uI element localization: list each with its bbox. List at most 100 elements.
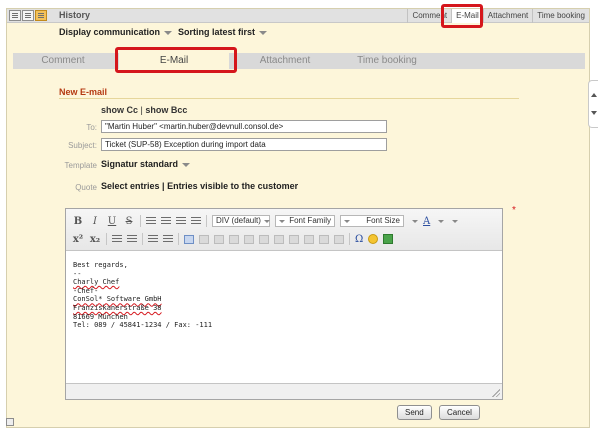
- template-dropdown[interactable]: Signatur standard: [101, 159, 191, 169]
- outdent-icon[interactable]: [148, 234, 158, 244]
- template-value: Signatur standard: [101, 159, 179, 169]
- chevron-down-icon: [591, 111, 597, 115]
- strikethrough-button[interactable]: S: [123, 216, 135, 227]
- template-label: Template: [64, 161, 97, 170]
- tab-attachment[interactable]: Attachment: [235, 53, 335, 69]
- to-label: To:: [86, 123, 97, 132]
- italic-button[interactable]: I: [89, 216, 101, 227]
- align-left-icon[interactable]: [146, 216, 156, 226]
- text-color-button[interactable]: A: [423, 216, 430, 227]
- indent-icon[interactable]: [163, 234, 173, 244]
- toolbar-separator: [142, 233, 143, 245]
- toolbar-separator: [349, 233, 350, 245]
- tab-time-booking[interactable]: Time booking: [335, 53, 439, 69]
- chevron-up-icon: [591, 93, 597, 97]
- insert-row-after-icon[interactable]: [244, 234, 254, 244]
- quote-options: Select entries | Entries visible to the …: [101, 181, 299, 191]
- quote-label: Quote: [75, 183, 97, 192]
- table-icon[interactable]: [184, 234, 194, 244]
- body-line: Best regards,: [73, 261, 128, 269]
- header-tabs: Comment E-Mail Attachment Time booking: [407, 9, 589, 23]
- history-title: History: [59, 10, 91, 20]
- corner-icon: [6, 418, 14, 426]
- table-row-props-icon[interactable]: [199, 234, 209, 244]
- toolbar-separator: [140, 215, 141, 227]
- toolbar-row-2: x² x₂ Ω: [72, 231, 394, 247]
- history-view-icon[interactable]: [35, 10, 47, 21]
- align-justify-icon[interactable]: [191, 216, 201, 226]
- list-view-icon[interactable]: [9, 10, 21, 21]
- align-right-icon[interactable]: [176, 216, 186, 226]
- bullet-list-icon[interactable]: [112, 234, 122, 244]
- media-icon[interactable]: [383, 234, 394, 244]
- merge-cells-icon[interactable]: [334, 234, 344, 244]
- quote-visible-entries-link[interactable]: Entries visible to the customer: [167, 181, 298, 191]
- editor-statusbar: [66, 383, 502, 399]
- show-bcc-link[interactable]: show Bcc: [145, 105, 187, 115]
- body-line: 81669 München: [73, 312, 128, 321]
- delete-col-icon[interactable]: [304, 234, 314, 244]
- cc-bcc-links: show Cc | show Bcc: [101, 105, 188, 115]
- display-communication-label: Display communication: [59, 27, 161, 37]
- tab-bar: Comment E-Mail Attachment Time booking: [13, 53, 585, 69]
- header-tab-time-booking[interactable]: Time booking: [532, 9, 589, 23]
- body-line: -Chef-: [73, 286, 99, 295]
- sorting-dropdown[interactable]: Sorting latest first: [178, 27, 268, 37]
- chevron-down-icon: [344, 219, 350, 223]
- toolbar-separator: [106, 233, 107, 245]
- format-select[interactable]: DIV (default): [212, 215, 270, 227]
- resize-grip-icon[interactable]: [492, 389, 500, 397]
- side-scroll-handle[interactable]: [588, 80, 598, 128]
- body-line: --: [73, 269, 82, 278]
- display-options: Display communication Sorting latest fir…: [59, 27, 268, 37]
- header-tab-attachment[interactable]: Attachment: [482, 9, 532, 23]
- tab-comment[interactable]: Comment: [13, 53, 113, 69]
- format-select-value: DIV (default): [216, 216, 261, 225]
- font-size-select[interactable]: Font Size: [340, 215, 404, 227]
- superscript-button[interactable]: x²: [72, 234, 84, 245]
- cancel-button[interactable]: Cancel: [439, 405, 480, 420]
- view-mode-icons: [9, 10, 47, 21]
- chevron-down-icon: [263, 219, 270, 223]
- bold-button[interactable]: B: [72, 216, 84, 227]
- body-line: Tel: 089 / 45841-1234 / Fax: -111: [73, 321, 213, 330]
- section-divider: [59, 98, 519, 99]
- subject-label: Subject:: [68, 141, 97, 150]
- send-button[interactable]: Send: [397, 405, 432, 420]
- chevron-down-icon: [182, 162, 191, 167]
- underline-button[interactable]: U: [106, 216, 118, 227]
- chevron-down-icon[interactable]: [412, 219, 418, 223]
- chevron-down-icon: [164, 30, 173, 35]
- font-family-select[interactable]: Font Family: [275, 215, 335, 227]
- editor-body[interactable]: Best regards, -- Charly Chef -Chef- ConS…: [73, 261, 212, 330]
- numbered-list-icon[interactable]: [127, 234, 137, 244]
- body-line: ConSol* Software GmbH: [73, 295, 162, 304]
- chevron-down-icon: [279, 219, 285, 223]
- special-character-button[interactable]: Ω: [355, 234, 363, 245]
- quote-select-entries-link[interactable]: Select entries: [101, 181, 160, 191]
- align-center-icon[interactable]: [161, 216, 171, 226]
- history-header: History Comment E-Mail Attachment Time b…: [7, 9, 589, 23]
- show-cc-link[interactable]: show Cc: [101, 105, 138, 115]
- to-field[interactable]: "Martin Huber" <martin.huber@devnull.con…: [101, 120, 387, 133]
- chevron-down-icon[interactable]: [438, 219, 445, 223]
- chevron-down-icon: [259, 30, 268, 35]
- display-communication-dropdown[interactable]: Display communication: [59, 27, 173, 37]
- insert-row-before-icon[interactable]: [229, 234, 239, 244]
- delete-row-icon[interactable]: [259, 234, 269, 244]
- insert-col-after-icon[interactable]: [289, 234, 299, 244]
- subject-field[interactable]: Ticket (SUP-58) Exception during import …: [101, 138, 387, 151]
- emoticon-icon[interactable]: [368, 234, 379, 244]
- required-marker: *: [512, 205, 516, 216]
- subscript-button[interactable]: x₂: [89, 234, 101, 245]
- toolbar-separator: [206, 215, 207, 227]
- body-line: Charly Chef: [73, 278, 120, 287]
- table-cell-props-icon[interactable]: [214, 234, 224, 244]
- insert-col-before-icon[interactable]: [274, 234, 284, 244]
- detail-view-icon[interactable]: [22, 10, 34, 21]
- toolbar-row-1: B I U S DIV (default) Font Family Font S…: [72, 213, 459, 229]
- background-color-chevron-icon[interactable]: [452, 219, 459, 223]
- highlight-box-header-email: [441, 4, 483, 28]
- split-cells-icon[interactable]: [319, 234, 329, 244]
- body-line: Franziskanerstraße 38: [73, 303, 162, 312]
